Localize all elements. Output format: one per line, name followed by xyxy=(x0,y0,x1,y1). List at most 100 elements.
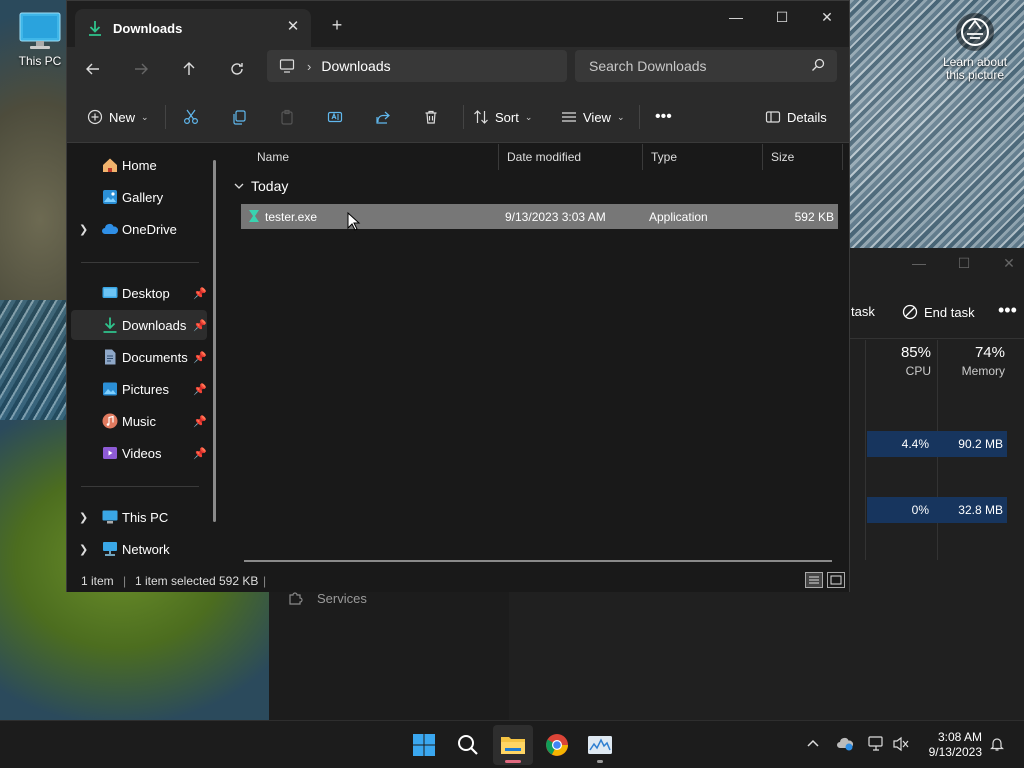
sidebar-item-label: Downloads xyxy=(122,317,187,333)
forward-button[interactable] xyxy=(127,55,155,83)
show-hidden-icons-button[interactable] xyxy=(802,733,824,755)
sidebar-item-videos[interactable]: Videos 📌 xyxy=(71,438,207,468)
navigation-pane: Home Gallery ❯ OneDrive Desktop 📌 Downlo… xyxy=(67,144,217,567)
bell-icon xyxy=(990,738,1004,751)
taskbar-app-chrome[interactable] xyxy=(537,725,577,765)
notifications-button[interactable] xyxy=(986,733,1008,755)
cpu-column-header[interactable]: 85% CPU xyxy=(869,344,931,378)
volume-tray-button[interactable] xyxy=(890,733,912,755)
search-input[interactable] xyxy=(589,58,799,74)
application-icon xyxy=(249,210,259,222)
sidebar-item-documents[interactable]: Documents 📌 xyxy=(71,342,207,372)
close-button[interactable]: ✕ xyxy=(999,254,1019,274)
horizontal-scrollbar[interactable] xyxy=(244,560,832,562)
end-task-button[interactable]: End task xyxy=(902,304,975,320)
up-button[interactable] xyxy=(175,55,203,83)
delete-button[interactable] xyxy=(417,103,445,131)
pin-icon[interactable]: 📌 xyxy=(193,383,207,396)
taskbar-app-task-manager[interactable] xyxy=(580,725,620,765)
sidebar-item-network[interactable]: ❯ Network xyxy=(71,534,207,564)
breadcrumb-downloads[interactable]: Downloads xyxy=(321,58,390,74)
active-indicator xyxy=(505,760,521,763)
new-button[interactable]: New ⌄ xyxy=(87,103,149,131)
sidebar-item-downloads[interactable]: Downloads 📌 xyxy=(71,310,207,340)
sidebar-scrollbar[interactable] xyxy=(213,160,216,522)
pin-icon[interactable]: 📌 xyxy=(193,415,207,428)
refresh-button[interactable] xyxy=(223,55,251,83)
sidebar-item-this-pc[interactable]: ❯ This PC xyxy=(71,502,207,532)
column-divider xyxy=(865,340,866,560)
sidebar-item-pictures[interactable]: Pictures 📌 xyxy=(71,374,207,404)
monitor-icon xyxy=(19,12,61,49)
memory-column-header[interactable]: 74% Memory xyxy=(941,344,1005,378)
pin-icon[interactable]: 📌 xyxy=(193,351,207,364)
monitor-icon xyxy=(102,510,118,524)
run-task-button[interactable]: task xyxy=(851,304,875,319)
share-button[interactable] xyxy=(369,103,397,131)
back-button[interactable] xyxy=(79,55,107,83)
run-task-label: task xyxy=(851,304,875,319)
see-more-button[interactable]: ••• xyxy=(655,103,672,131)
more-options-button[interactable]: ••• xyxy=(998,300,1017,321)
folder-icon xyxy=(501,737,525,754)
download-icon xyxy=(103,317,117,333)
network-tray-button[interactable] xyxy=(866,733,888,755)
copy-button[interactable] xyxy=(225,103,253,131)
start-button[interactable] xyxy=(404,725,444,765)
process-row[interactable]: 4.4% 90.2 MB xyxy=(867,431,1007,457)
clock-time: 3:08 AM xyxy=(937,730,982,744)
file-type: Application xyxy=(649,210,708,224)
pin-icon[interactable]: 📌 xyxy=(193,447,207,460)
sort-icon xyxy=(474,110,488,124)
pin-icon[interactable]: 📌 xyxy=(193,319,207,332)
new-tab-button[interactable]: + xyxy=(325,15,349,37)
address-bar[interactable]: › Downloads xyxy=(267,50,567,82)
column-header-size[interactable]: Size xyxy=(763,144,843,170)
maximize-button[interactable]: ☐ xyxy=(771,7,793,29)
cut-button[interactable] xyxy=(177,103,205,131)
details-view-button[interactable] xyxy=(805,572,823,588)
search-icon xyxy=(812,58,825,71)
details-pane-button[interactable]: Details xyxy=(765,103,827,131)
nav-item-services[interactable]: Services xyxy=(287,590,367,606)
system-clock[interactable]: 3:08 AM 9/13/2023 xyxy=(918,730,982,760)
navigation-bar: › Downloads xyxy=(67,47,849,91)
column-header-type[interactable]: Type xyxy=(643,144,763,170)
column-header-name[interactable]: Name xyxy=(249,144,499,170)
sidebar-item-onedrive[interactable]: ❯ OneDrive xyxy=(71,214,207,244)
column-date-label: Date modified xyxy=(507,150,582,164)
search-box[interactable] xyxy=(575,50,837,82)
maximize-button[interactable]: ☐ xyxy=(954,254,974,274)
paste-button[interactable] xyxy=(273,103,301,131)
search-button[interactable] xyxy=(448,725,488,765)
taskbar-app-file-explorer[interactable] xyxy=(493,725,533,765)
close-tab-button[interactable]: ✕ xyxy=(283,18,303,38)
group-header-today[interactable]: Today xyxy=(233,178,288,194)
toolbar-divider xyxy=(165,105,166,129)
tiles-view-button[interactable] xyxy=(827,572,845,588)
sidebar-item-music[interactable]: Music 📌 xyxy=(71,406,207,436)
process-row[interactable]: 0% 32.8 MB xyxy=(867,497,1007,523)
view-button[interactable]: View ⌄ xyxy=(561,103,625,131)
minimize-button[interactable]: — xyxy=(909,254,929,274)
clock-date: 9/13/2023 xyxy=(928,745,982,759)
learn-about-picture[interactable]: Learn about this picture xyxy=(938,12,1012,82)
chevron-down-icon: ⌄ xyxy=(616,111,625,122)
tab-downloads[interactable]: Downloads ✕ xyxy=(75,9,311,47)
close-window-button[interactable]: ✕ xyxy=(816,7,838,29)
block-icon xyxy=(902,304,918,320)
rename-icon xyxy=(327,111,343,123)
chevron-right-icon: ❯ xyxy=(79,511,89,524)
column-header-date[interactable]: Date modified xyxy=(499,144,643,170)
sidebar-item-home[interactable]: Home xyxy=(71,150,207,180)
onedrive-tray-button[interactable] xyxy=(834,733,856,755)
sidebar-item-desktop[interactable]: Desktop 📌 xyxy=(71,278,207,308)
chevron-right-icon: › xyxy=(307,58,312,74)
rename-button[interactable] xyxy=(321,103,349,131)
sidebar-item-gallery[interactable]: Gallery xyxy=(71,182,207,212)
minimize-button[interactable]: — xyxy=(725,7,747,29)
file-row[interactable]: tester.exe 9/13/2023 3:03 AM Application… xyxy=(241,204,838,229)
cloud-icon xyxy=(102,223,119,234)
sort-button[interactable]: Sort ⌄ xyxy=(473,103,532,131)
pin-icon[interactable]: 📌 xyxy=(193,287,207,300)
